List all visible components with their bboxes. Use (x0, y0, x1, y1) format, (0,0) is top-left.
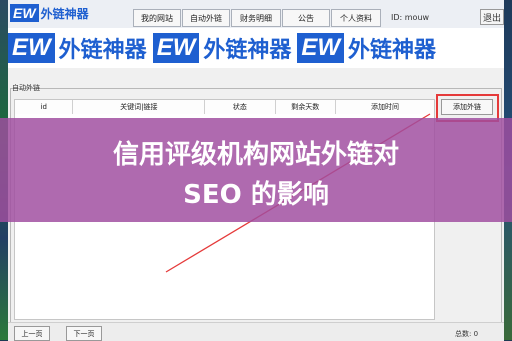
total-count: 总数: 0 (455, 330, 479, 338)
caption-line-2: SEO 的影响 (183, 180, 329, 210)
prev-page-button[interactable]: 上一页 (14, 326, 50, 341)
caption-line-1: 信用评级机构网站外链对 (112, 140, 399, 170)
caption-overlay: 信用评级机构网站外链对 SEO 的影响 (0, 118, 512, 222)
next-page-button[interactable]: 下一页 (66, 326, 102, 341)
pager-bar: 上一页 下一页 总数: 0 (8, 322, 504, 341)
